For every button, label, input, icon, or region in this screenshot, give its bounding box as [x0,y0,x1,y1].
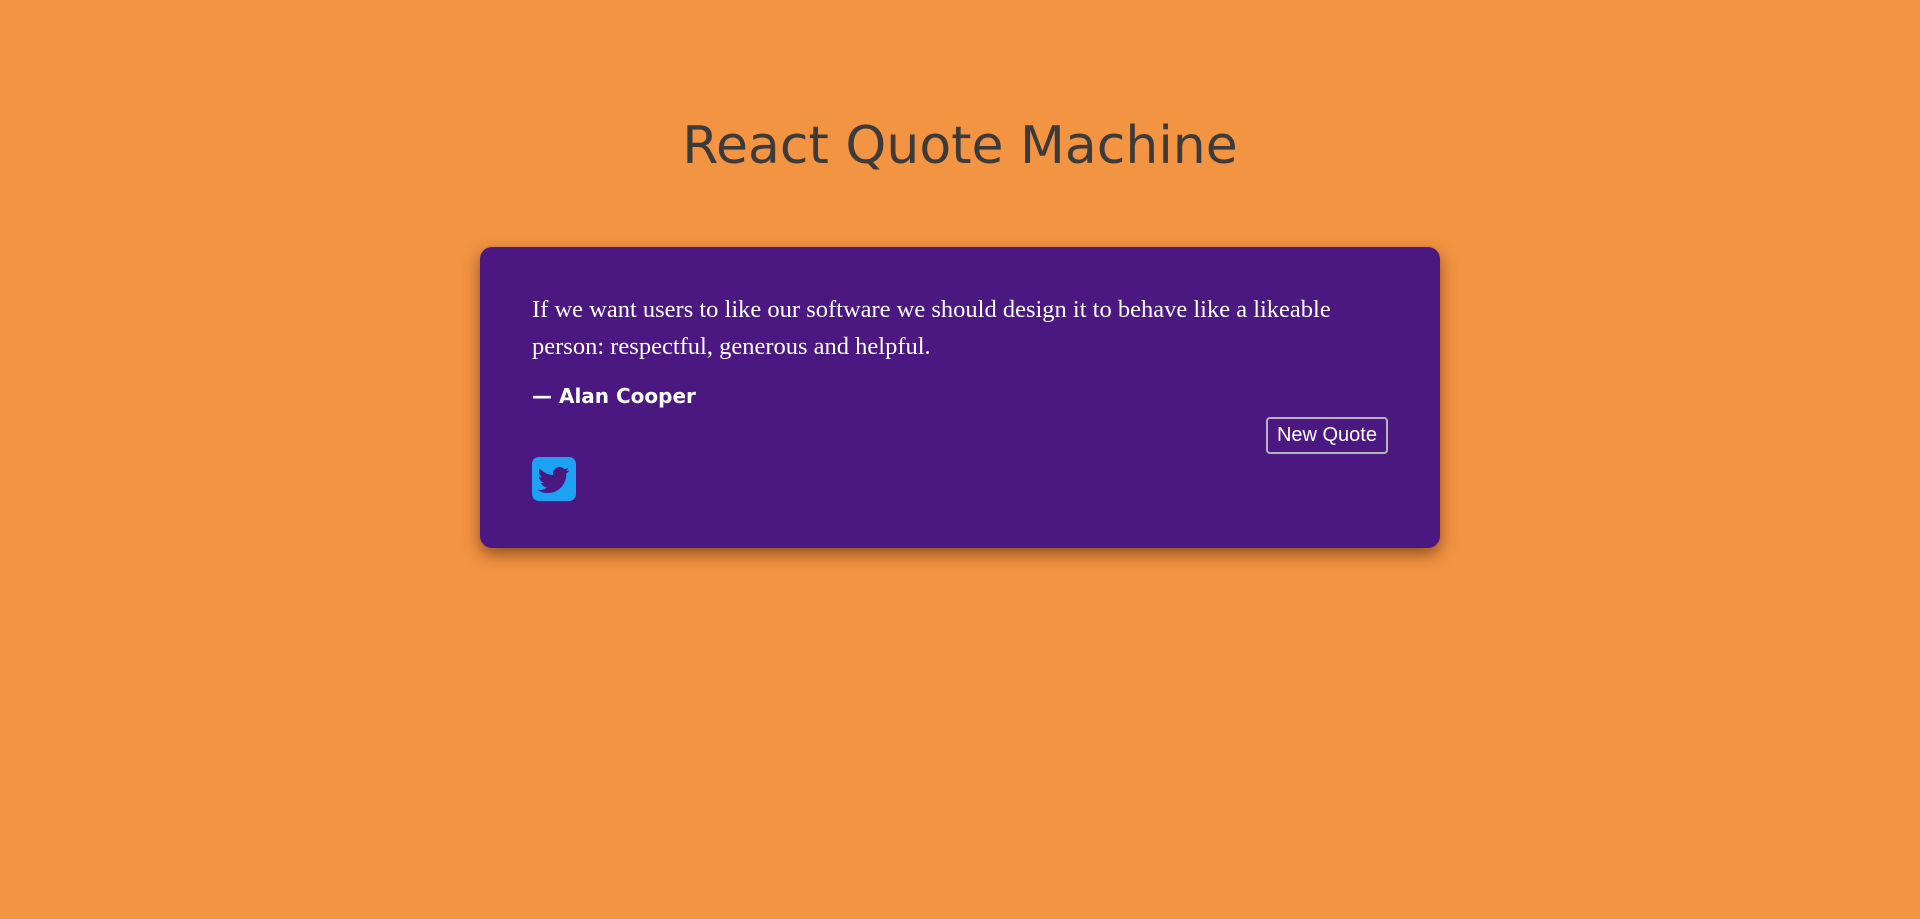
quote-text: If we want users to like our software we… [532,296,1331,360]
quote-author: — Alan Cooper [532,384,696,408]
new-quote-button[interactable]: New Quote [1265,417,1388,454]
tweet-quote-link[interactable] [532,457,576,501]
twitter-icon [538,467,570,493]
quote-box: If we want users to like our software we… [480,247,1440,548]
page-title: React Quote Machine [682,116,1238,176]
